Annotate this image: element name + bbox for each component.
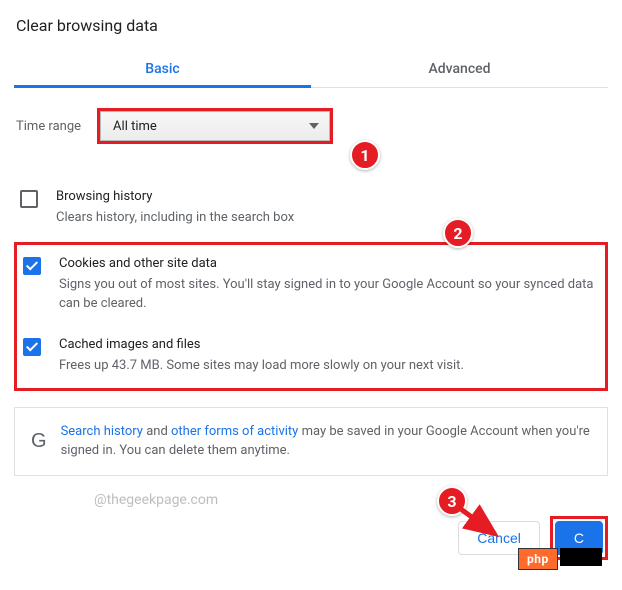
item-cookies: Cookies and other site data Signs you ou… bbox=[17, 245, 605, 326]
annotation-badge-1: 1 bbox=[350, 140, 380, 170]
chevron-down-icon bbox=[309, 123, 319, 129]
timerange-label: Time range bbox=[16, 119, 81, 134]
annotation-arrow-icon bbox=[453, 502, 513, 547]
item-browsing-history: Browsing history Clears history, includi… bbox=[14, 178, 608, 240]
item-title: Cached images and files bbox=[59, 336, 599, 354]
item-title: Cookies and other site data bbox=[59, 255, 599, 273]
tab-basic[interactable]: Basic bbox=[14, 49, 311, 87]
google-account-info: G Search history and other forms of acti… bbox=[14, 407, 608, 476]
dialog-title: Clear browsing data bbox=[14, 10, 608, 49]
checkbox-browsing-history[interactable] bbox=[20, 190, 38, 208]
clear-browsing-data-dialog: Clear browsing data Basic Advanced Time … bbox=[0, 0, 622, 574]
timerange-value: All time bbox=[113, 119, 157, 134]
tabs: Basic Advanced bbox=[14, 49, 608, 88]
item-desc: Signs you out of most sites. You'll stay… bbox=[59, 275, 599, 314]
timerange-select[interactable]: All time bbox=[100, 111, 330, 141]
tab-advanced[interactable]: Advanced bbox=[311, 49, 608, 87]
item-cache: Cached images and files Frees up 43.7 MB… bbox=[17, 326, 605, 388]
info-text: Search history and other forms of activi… bbox=[61, 422, 593, 461]
items-list: Browsing history Clears history, includi… bbox=[14, 178, 608, 391]
checkbox-cache[interactable] bbox=[23, 338, 41, 356]
timerange-row: Time range All time bbox=[14, 104, 608, 150]
annotation-badge-2: 2 bbox=[443, 218, 473, 248]
item-title: Browsing history bbox=[56, 188, 602, 206]
annotation-highlight-1: All time bbox=[97, 108, 333, 144]
black-strip-overlay bbox=[560, 548, 602, 566]
item-desc: Clears history, including in the search … bbox=[56, 208, 602, 228]
link-other-activity[interactable]: other forms of activity bbox=[171, 424, 298, 439]
link-search-history[interactable]: Search history bbox=[61, 424, 143, 439]
annotation-highlight-2: Cookies and other site data Signs you ou… bbox=[14, 242, 608, 391]
checkbox-cookies[interactable] bbox=[23, 257, 41, 275]
php-watermark: php bbox=[518, 548, 558, 570]
google-logo-icon: G bbox=[29, 426, 47, 456]
item-desc: Frees up 43.7 MB. Some sites may load mo… bbox=[59, 356, 599, 376]
watermark: @thegeekpage.com bbox=[14, 486, 608, 508]
